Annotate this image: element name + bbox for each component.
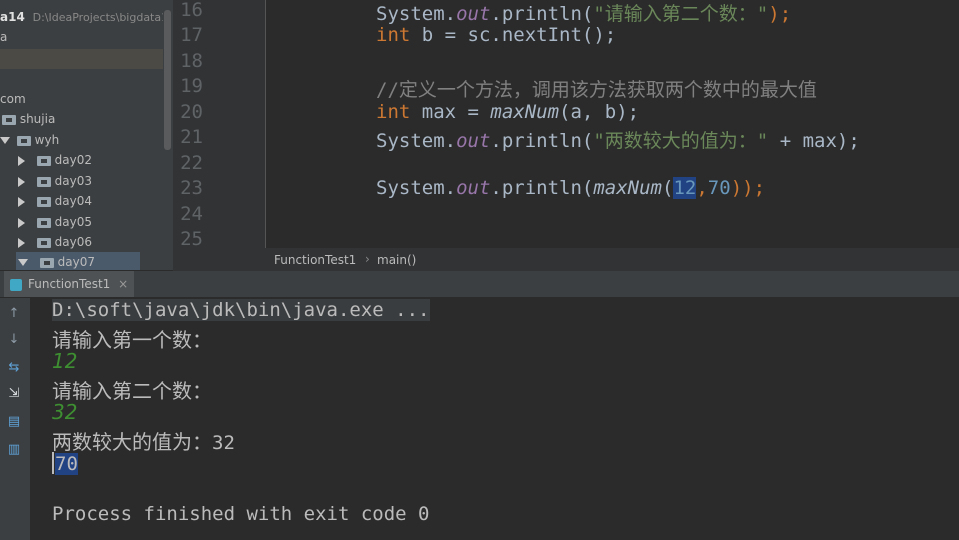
tree-item-day04[interactable]: day04	[18, 191, 92, 211]
code-line-17[interactable]: int b = sc.nextInt();	[376, 24, 616, 46]
tree-item-day05[interactable]: day05	[18, 212, 92, 232]
tree-item[interactable]: a	[0, 27, 7, 47]
package-icon	[36, 237, 51, 248]
scroll-to-end-icon[interactable]: ⇲	[6, 386, 22, 402]
code-line-20[interactable]: int max = maxNum(a, b);	[376, 101, 639, 123]
console-command: D:\soft\java\jdk\bin\java.exe ...	[52, 299, 430, 321]
chevron-down-icon[interactable]	[18, 259, 28, 266]
tree-item-day03[interactable]: day03	[18, 171, 92, 191]
run-tab-label: FunctionTest1	[28, 277, 111, 291]
package-icon	[36, 155, 51, 166]
line-number: 16	[180, 0, 203, 21]
tree-item-day06[interactable]: day06	[18, 232, 92, 252]
package-icon	[36, 176, 51, 187]
project-path: D:\IdeaProjects\bigdata1	[32, 11, 163, 24]
code-line-21[interactable]: System.out.println("两数较大的值为：" + max);	[376, 126, 860, 153]
down-arrow-icon[interactable]: ↓	[6, 332, 22, 348]
breadcrumb-separator-icon: ›	[365, 252, 370, 266]
line-number: 22	[180, 152, 203, 174]
console-input-2: 32	[52, 400, 78, 424]
text-cursor	[52, 452, 54, 474]
run-tab-bar: FunctionTest1 ×	[0, 271, 959, 298]
tree-item-wyh[interactable]: wyh	[0, 130, 59, 150]
project-root[interactable]: a14 D:\IdeaProjects\bigdata1	[0, 7, 163, 27]
run-toolbar: ↑ ↓ ⇆ ⇲ ▤ ▥	[0, 298, 30, 540]
print-icon[interactable]: ▤	[6, 414, 22, 430]
up-arrow-icon[interactable]: ↑	[6, 306, 22, 322]
console-result: 两数较大的值为：32	[52, 430, 235, 454]
console-output: 70	[52, 452, 78, 475]
package-icon	[2, 114, 16, 125]
line-number: 18	[180, 50, 203, 72]
chevron-right-icon[interactable]	[18, 217, 25, 228]
line-number: 17	[180, 24, 203, 46]
chevron-down-icon[interactable]	[0, 137, 10, 144]
line-number: 19	[180, 75, 203, 97]
trash-icon[interactable]: ▥	[6, 442, 22, 458]
line-number-gutter: 16 17 18 19 20 21 22 23 24 25	[173, 0, 265, 250]
console-input-1: 12	[52, 349, 78, 373]
console-exit-message: Process finished with exit code 0	[52, 503, 430, 525]
project-tree: a14 D:\IdeaProjects\bigdata1 a com shuji…	[0, 0, 163, 270]
run-console[interactable]: D:\soft\java\jdk\bin\java.exe ... 请输入第一个…	[30, 298, 959, 540]
package-icon	[36, 217, 51, 228]
code-editor[interactable]: System.out.println("请输入第二个数："); int b = …	[266, 0, 959, 248]
breadcrumb-method[interactable]: main()	[377, 253, 416, 267]
line-number: 21	[180, 126, 203, 148]
breadcrumb: FunctionTest1 › main()	[173, 248, 959, 271]
tree-item-selected[interactable]	[0, 49, 163, 69]
tree-item-shujia[interactable]: shujia	[2, 109, 55, 129]
tree-item-day02[interactable]: day02	[18, 150, 92, 170]
code-line-19[interactable]: //定义一个方法，调用该方法获取两个数中的最大值	[376, 75, 817, 102]
chevron-right-icon[interactable]	[18, 237, 25, 248]
line-number: 24	[180, 203, 203, 225]
close-icon[interactable]: ×	[118, 277, 128, 291]
breadcrumb-class[interactable]: FunctionTest1	[274, 253, 356, 267]
code-line-16[interactable]: System.out.println("请输入第二个数：");	[376, 0, 791, 26]
soft-wrap-icon[interactable]: ⇆	[6, 360, 22, 376]
chevron-right-icon[interactable]	[18, 196, 25, 207]
line-number: 23	[180, 177, 203, 199]
package-icon	[39, 257, 54, 268]
package-icon	[36, 196, 51, 207]
tree-item-com[interactable]: com	[0, 89, 26, 109]
run-tab[interactable]: FunctionTest1 ×	[4, 271, 135, 297]
project-scrollbar-thumb[interactable]	[164, 10, 171, 150]
code-line-23[interactable]: System.out.println(maxNum(12,70));	[376, 177, 765, 199]
project-name: a14	[0, 10, 25, 24]
tree-item-day07[interactable]: day07	[16, 252, 140, 270]
package-icon	[16, 135, 31, 146]
run-config-icon	[10, 278, 22, 291]
chevron-right-icon[interactable]	[18, 176, 25, 187]
line-number: 25	[180, 228, 203, 250]
chevron-right-icon[interactable]	[18, 155, 25, 166]
line-number: 20	[180, 101, 203, 123]
